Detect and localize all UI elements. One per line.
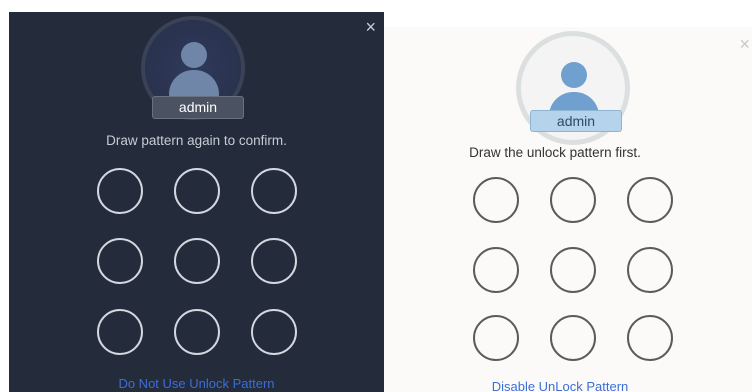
username-label: admin [530,110,622,132]
pattern-dot-8[interactable] [550,315,596,361]
pattern-dot-9[interactable] [627,315,673,361]
pattern-dot-5[interactable] [550,247,596,293]
pattern-dot-7[interactable] [473,315,519,361]
username-label: admin [152,96,244,119]
pattern-dot-3[interactable] [627,177,673,223]
pattern-dot-4[interactable] [97,238,143,284]
pattern-dot-3[interactable] [251,168,297,214]
pattern-dot-4[interactable] [473,247,519,293]
pattern-dot-2[interactable] [550,177,596,223]
pattern-dot-2[interactable] [174,168,220,214]
user-head-icon [181,42,207,68]
close-icon[interactable]: × [365,18,376,36]
pattern-dot-9[interactable] [251,309,297,355]
close-icon[interactable]: × [739,35,750,53]
dark-unlock-pattern-dialog: × admin Draw pattern again to confirm. D… [9,12,384,392]
light-unlock-pattern-dialog: × admin Draw the unlock pattern first. D… [384,27,752,392]
instruction-text: Draw pattern again to confirm. [106,133,287,148]
pattern-dot-1[interactable] [473,177,519,223]
instruction-text: Draw the unlock pattern first. [469,145,641,160]
pattern-dot-7[interactable] [97,309,143,355]
pattern-dot-6[interactable] [251,238,297,284]
disable-unlock-pattern-link[interactable]: Disable UnLock Pattern [384,379,744,392]
pattern-dot-1[interactable] [97,168,143,214]
do-not-use-unlock-pattern-link[interactable]: Do Not Use Unlock Pattern [9,376,384,391]
pattern-dot-5[interactable] [174,238,220,284]
user-head-icon [561,62,587,88]
pattern-dot-8[interactable] [174,309,220,355]
pattern-dot-6[interactable] [627,247,673,293]
